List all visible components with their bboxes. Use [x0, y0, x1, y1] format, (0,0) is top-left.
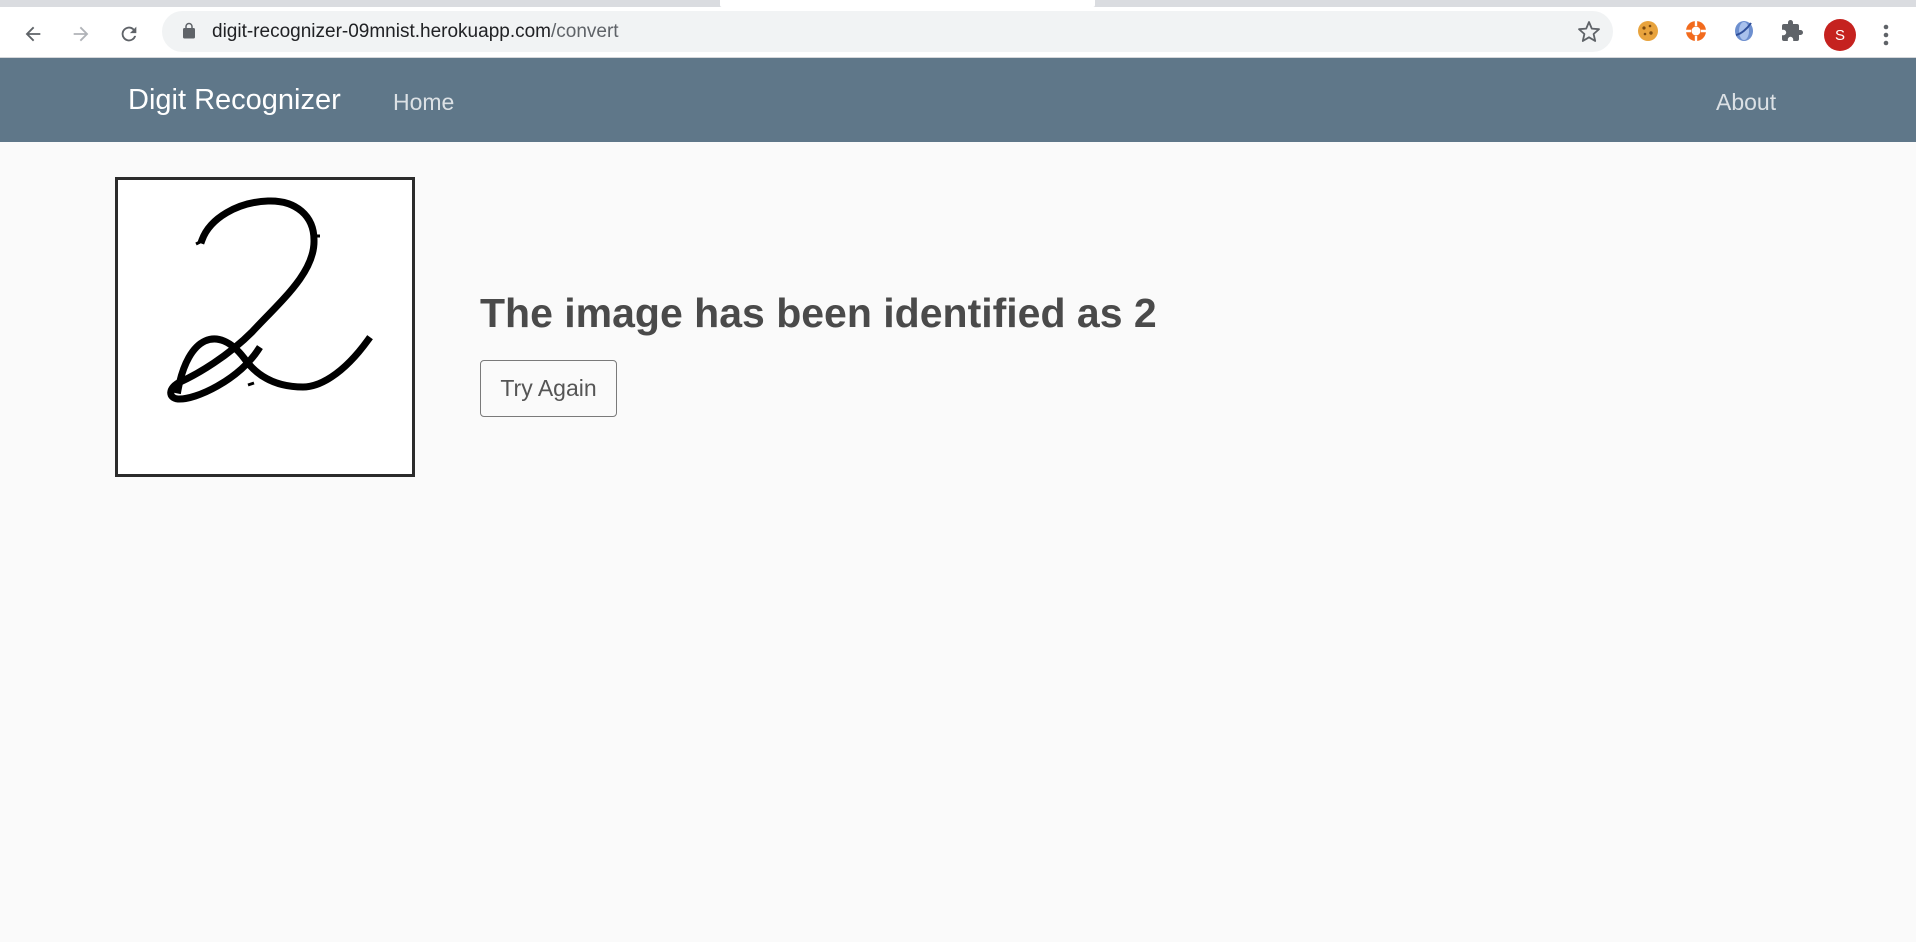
digit-canvas-image [115, 177, 415, 477]
nav-home-link[interactable]: Home [393, 89, 454, 116]
handwritten-digit-drawing [167, 197, 373, 403]
reload-button[interactable] [112, 17, 146, 51]
browser-toolbar: digit-recognizer-09mnist.herokuapp.com/c… [0, 0, 1916, 58]
site-navbar: Digit Recognizer Home About [0, 58, 1916, 142]
forward-button[interactable] [64, 17, 98, 51]
globe-extension-icon[interactable] [1731, 18, 1757, 44]
address-bar[interactable]: digit-recognizer-09mnist.herokuapp.com/c… [162, 11, 1613, 52]
forward-icon [73, 26, 89, 42]
profile-initial: S [1834, 26, 1845, 44]
lifebuoy-extension-icon[interactable] [1683, 18, 1709, 44]
cookie-extension-icon[interactable] [1635, 18, 1661, 44]
profile-avatar[interactable]: S [1824, 19, 1856, 51]
lock-icon [183, 22, 195, 39]
more-menu-icon[interactable] [1877, 21, 1895, 49]
try-again-button[interactable]: Try Again [480, 360, 617, 417]
active-tab-edge [720, 0, 1095, 7]
reload-icon [121, 26, 137, 42]
url-host: digit-recognizer-09mnist.herokuapp.com [212, 21, 551, 42]
url-text[interactable]: digit-recognizer-09mnist.herokuapp.com/c… [212, 21, 619, 43]
prediction-result-heading: The image has been identified as 2 [480, 290, 1157, 336]
back-icon [25, 26, 41, 42]
nav-about-link[interactable]: About [1716, 89, 1776, 116]
puzzle-extensions-icon[interactable] [1779, 18, 1805, 44]
url-path: /convert [551, 21, 619, 42]
back-button[interactable] [16, 17, 50, 51]
brand-link[interactable]: Digit Recognizer [128, 84, 341, 117]
bookmark-star-icon[interactable] [1577, 20, 1601, 44]
